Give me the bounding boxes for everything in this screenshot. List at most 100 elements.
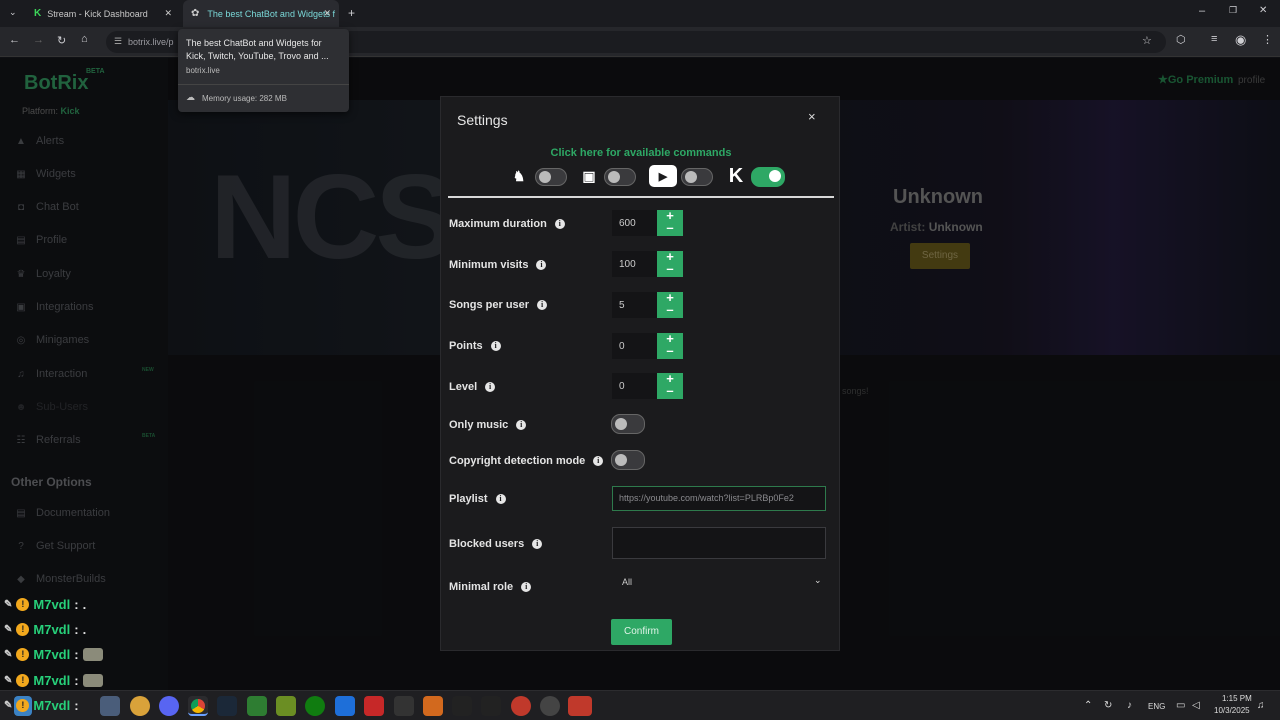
info-icon[interactable]: i <box>521 582 532 592</box>
confirm-button[interactable]: Confirm <box>611 619 672 645</box>
app-icon[interactable] <box>423 696 443 716</box>
minecraft-icon[interactable] <box>247 696 267 716</box>
kick-icon: K <box>728 164 744 187</box>
info-icon[interactable]: i <box>536 260 547 270</box>
tab-botrix[interactable]: ✿ The best ChatBot and Widgets f ✕ <box>183 0 339 27</box>
media-control-icon[interactable]: ≡ <box>1211 33 1217 45</box>
avatar[interactable]: ◉ <box>1235 32 1246 48</box>
points-stepper[interactable]: + – <box>657 332 683 359</box>
minus-icon[interactable]: – <box>657 221 683 234</box>
back-icon[interactable]: ← <box>9 34 20 46</box>
info-icon[interactable]: i <box>532 539 543 549</box>
network-icon[interactable]: ▭ <box>1176 700 1185 711</box>
steam-icon[interactable] <box>217 696 237 716</box>
points-input[interactable]: 0 <box>612 333 657 359</box>
info-icon[interactable]: i <box>537 300 548 310</box>
chat-badge-icon: ! <box>16 623 30 636</box>
menu-dots-icon[interactable]: ⋮ <box>1262 33 1273 46</box>
chat-separator: : <box>74 597 79 612</box>
app-icon[interactable] <box>276 696 296 716</box>
app-icon[interactable] <box>511 696 531 716</box>
reload-icon[interactable]: ↻ <box>57 34 66 47</box>
clock-time[interactable]: 1:15 PM <box>1222 694 1252 703</box>
blocked-users-input[interactable] <box>612 527 826 559</box>
settings-modal: Settings × Click here for available comm… <box>440 96 840 651</box>
copyright-mode-toggle[interactable] <box>611 450 645 470</box>
minus-icon[interactable]: – <box>657 344 683 357</box>
site-info-icon[interactable]: ☰ <box>114 36 122 47</box>
minimal-role-select[interactable]: All <box>612 570 830 595</box>
max-duration-input[interactable]: 600 <box>612 210 657 236</box>
bookmark-star-icon[interactable]: ☆ <box>1142 34 1152 47</box>
obs-icon[interactable] <box>568 696 592 716</box>
only-music-toggle[interactable] <box>611 414 645 434</box>
chat-username[interactable]: M7vdl <box>33 597 70 612</box>
app-icon[interactable] <box>540 696 560 716</box>
info-icon[interactable]: i <box>490 341 501 351</box>
app-icon[interactable] <box>481 696 501 716</box>
trovo-toggle[interactable] <box>535 168 567 186</box>
min-visits-input[interactable]: 100 <box>612 251 657 277</box>
clock-date[interactable]: 10/3/2025 <box>1214 706 1250 715</box>
minus-icon[interactable]: – <box>657 303 683 316</box>
chat-username[interactable]: M7vdl <box>33 698 70 713</box>
browser-tabbar: ⌄ K Stream - Kick Dashboard ✕ ✿ The best… <box>0 0 1280 27</box>
info-icon[interactable]: i <box>593 456 604 466</box>
extensions-icon[interactable]: ⬡ <box>1176 33 1186 46</box>
minus-icon[interactable]: – <box>657 384 683 397</box>
info-icon[interactable]: i <box>516 420 527 430</box>
app-icon[interactable] <box>452 696 472 716</box>
level-input[interactable]: 0 <box>612 373 657 399</box>
youtube-toggle[interactable] <box>681 168 713 186</box>
level-stepper[interactable]: + – <box>657 372 683 399</box>
tooltip-memory: Memory usage: 282 MB <box>202 94 287 103</box>
home-icon[interactable]: ⌂ <box>81 33 88 45</box>
discord-icon[interactable] <box>159 696 179 716</box>
min-visits-stepper[interactable]: + – <box>657 250 683 277</box>
pencil-icon: ✎ <box>4 599 13 610</box>
info-icon[interactable]: i <box>485 382 496 392</box>
close-tab-icon[interactable]: ✕ <box>164 8 172 19</box>
max-duration-stepper[interactable]: + – <box>657 209 683 236</box>
forward-icon[interactable]: → <box>33 34 44 46</box>
file-explorer-icon[interactable] <box>100 696 120 716</box>
chat-username[interactable]: M7vdl <box>33 647 70 662</box>
sync-icon[interactable]: ↻ <box>1104 700 1112 711</box>
info-icon[interactable]: i <box>554 219 565 229</box>
kick-toggle[interactable] <box>751 167 785 187</box>
tab-list-icon[interactable]: ⌄ <box>9 7 17 18</box>
tab-kick-dashboard[interactable]: K Stream - Kick Dashboard ✕ <box>28 0 180 27</box>
app-icon[interactable] <box>335 696 355 716</box>
language-indicator[interactable]: ENG <box>1148 702 1165 711</box>
songs-per-user-input[interactable]: 5 <box>612 292 657 318</box>
app-icon[interactable] <box>130 696 150 716</box>
chat-emote <box>82 648 103 661</box>
chat-text: . <box>82 597 87 612</box>
tab-label: The best ChatBot and Widgets f <box>207 8 335 19</box>
chevron-up-icon[interactable]: ⌃ <box>1084 700 1092 711</box>
close-tab-icon[interactable]: ✕ <box>323 8 331 19</box>
playlist-input[interactable]: https://youtube.com/watch?list=PLRBp0Fe2 <box>612 486 826 511</box>
maximize-icon[interactable]: ❐ <box>1229 5 1237 16</box>
app-icon[interactable] <box>394 696 414 716</box>
close-window-icon[interactable]: ✕ <box>1259 5 1267 16</box>
new-tab-icon[interactable]: + <box>348 6 355 20</box>
chevron-down-icon[interactable]: ⌄ <box>814 575 822 586</box>
minus-icon[interactable]: – <box>657 262 683 275</box>
modal-title: Settings <box>457 112 508 128</box>
notification-bell-icon[interactable]: ♫ <box>1257 700 1265 711</box>
xbox-icon[interactable] <box>305 696 325 716</box>
microphone-icon[interactable]: ♪ <box>1127 700 1132 711</box>
commands-link[interactable]: Click here for available commands <box>441 147 841 159</box>
info-icon[interactable]: i <box>495 494 506 504</box>
app-icon[interactable] <box>364 696 384 716</box>
chat-username[interactable]: M7vdl <box>33 622 70 637</box>
close-icon[interactable]: × <box>808 109 816 124</box>
volume-icon[interactable]: ◁ <box>1192 700 1200 711</box>
chrome-icon[interactable] <box>188 696 208 716</box>
songs-per-user-stepper[interactable]: + – <box>657 291 683 318</box>
minimize-icon[interactable]: – <box>1199 5 1205 17</box>
chat-separator: : <box>74 647 79 662</box>
chat-username[interactable]: M7vdl <box>33 673 70 688</box>
twitch-toggle[interactable] <box>604 168 636 186</box>
